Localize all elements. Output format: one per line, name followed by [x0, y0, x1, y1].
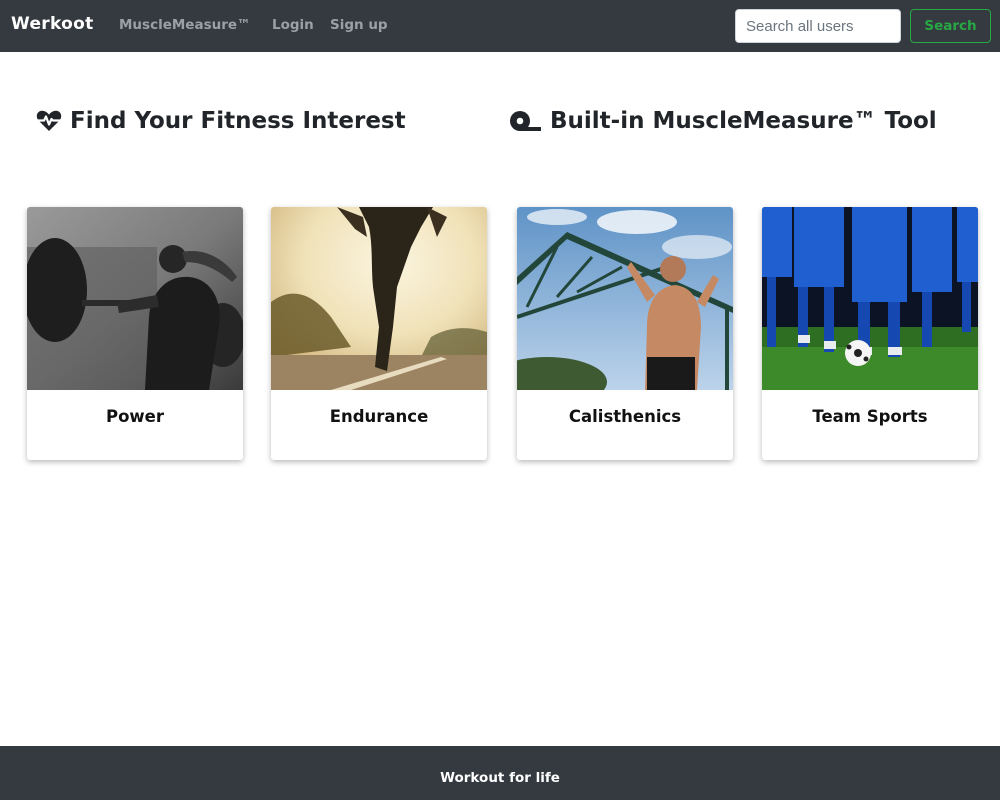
soccer-team-photo [762, 207, 978, 390]
fitness-interest-heading-text: Find Your Fitness Interest [70, 108, 406, 134]
fitness-interest-heading: Find Your Fitness Interest [36, 108, 406, 134]
navbar: Werkoot MuscleMeasure™ Login Sign up Sea… [0, 0, 1000, 52]
runner-photo [271, 207, 487, 390]
pull-up-photo [517, 207, 733, 390]
musclemeasure-tool-heading-text: Built-in MuscleMeasure™ Tool [550, 108, 937, 134]
card-team-sports[interactable]: Team Sports [762, 207, 978, 460]
search-input[interactable] [735, 9, 901, 43]
tape-measure-icon [510, 111, 541, 131]
card-power[interactable]: Power [27, 207, 243, 460]
musclemeasure-tool-heading: Built-in MuscleMeasure™ Tool [509, 108, 937, 134]
search-button[interactable]: Search [910, 9, 991, 43]
card-title: Endurance [329, 407, 429, 426]
card-title: Power [106, 407, 164, 426]
heartbeat-icon [36, 110, 62, 131]
footer: Workout for life [0, 746, 1000, 800]
brand-logo[interactable]: Werkoot [11, 14, 94, 34]
nav-link-musclemeasure[interactable]: MuscleMeasure™ [119, 17, 251, 33]
card-calisthenics[interactable]: Calisthenics [517, 207, 733, 460]
card-title: Team Sports [812, 407, 928, 426]
card-title: Calisthenics [568, 407, 682, 426]
nav-link-signup[interactable]: Sign up [330, 17, 388, 33]
footer-text: Workout for life [440, 770, 560, 786]
barbell-lifter-photo [27, 207, 243, 390]
card-endurance[interactable]: Endurance [271, 207, 487, 460]
nav-link-login[interactable]: Login [272, 17, 314, 33]
